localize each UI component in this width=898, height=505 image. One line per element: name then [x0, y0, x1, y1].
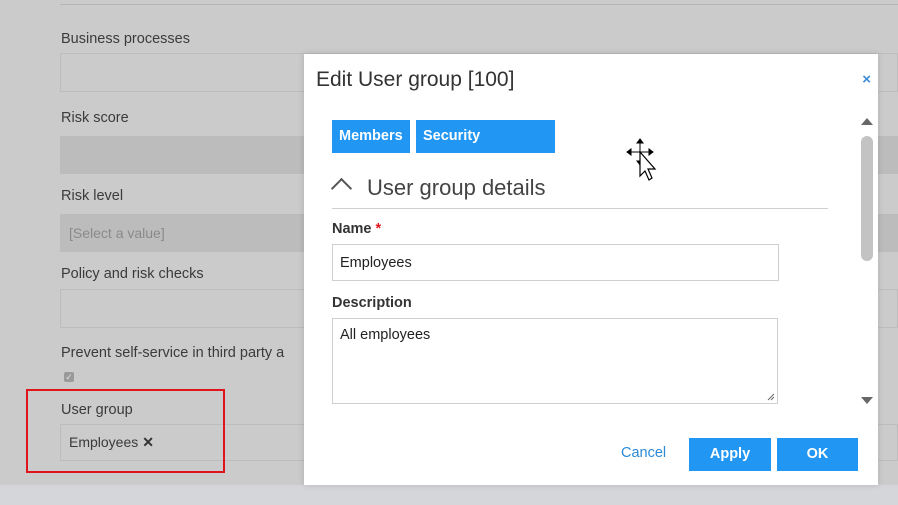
prevent-self-service-label: Prevent self-service in third party a [61, 345, 285, 361]
close-icon[interactable]: × [862, 71, 871, 88]
risk-level-placeholder: [Select a value] [69, 225, 165, 241]
highlight-box [26, 389, 225, 473]
chevron-up-icon[interactable] [330, 177, 353, 200]
description-textarea[interactable]: All employees [332, 318, 778, 404]
risk-level-label: Risk level [61, 188, 124, 204]
risk-score-label: Risk score [61, 110, 129, 126]
section-title: User group details [367, 175, 546, 200]
scroll-down-icon[interactable] [861, 397, 873, 404]
scroll-up-icon[interactable] [861, 118, 873, 125]
members-button[interactable]: Members [332, 120, 410, 153]
prevent-self-service-checkbox[interactable]: ✓ [64, 372, 74, 382]
policy-risk-checks-label: Policy and risk checks [61, 266, 204, 282]
description-label: Description [332, 295, 412, 311]
scrollbar-thumb[interactable] [861, 136, 873, 261]
move-cursor-icon [626, 138, 657, 181]
name-label: Name * [332, 221, 381, 237]
background-footer [0, 485, 898, 505]
apply-button[interactable]: Apply [689, 438, 771, 471]
user-group-details-section[interactable]: User group details [330, 173, 828, 209]
security-summary-button[interactable]: Security summary [416, 120, 555, 177]
divider [60, 4, 898, 5]
resize-handle-icon[interactable] [767, 393, 775, 401]
business-processes-label: Business processes [61, 31, 190, 47]
name-label-text: Name [332, 221, 372, 237]
dialog-title: Edit User group [100] [316, 68, 515, 91]
description-value: All employees [340, 327, 431, 343]
edit-user-group-dialog: Edit User group [100] × Members Security… [304, 54, 878, 485]
cancel-button[interactable]: Cancel [621, 445, 666, 461]
required-mark: * [375, 221, 382, 237]
ok-button[interactable]: OK [777, 438, 858, 471]
name-input[interactable]: Employees [332, 244, 779, 281]
